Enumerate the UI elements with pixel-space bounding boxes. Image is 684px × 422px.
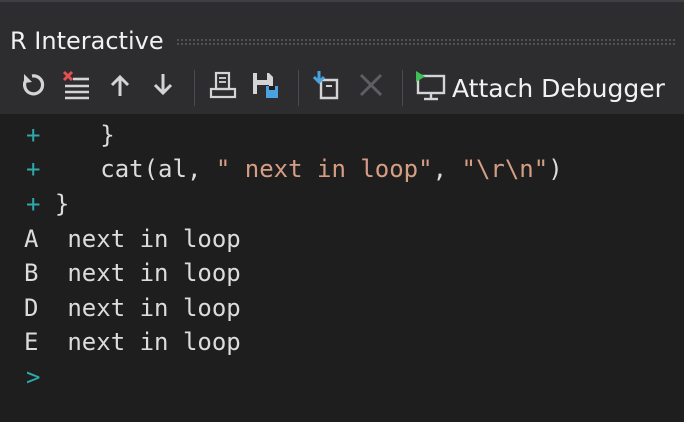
history-next-button[interactable] (146, 70, 180, 104)
load-workspace-button[interactable] (206, 70, 240, 104)
save-icon (250, 70, 282, 104)
code-text: ) (548, 155, 563, 183)
string-literal: "\r\n" (461, 155, 549, 183)
save-workspace-button[interactable] (249, 70, 283, 104)
monitor-play-icon (414, 70, 448, 106)
continuation-prompt: + (26, 155, 41, 183)
continuation-prompt: + (26, 121, 41, 149)
import-dataset-button[interactable] (310, 70, 344, 104)
string-literal: " next in loop" (215, 155, 433, 183)
window-title: R Interactive (10, 27, 164, 55)
output-line: A next in loop (24, 225, 241, 253)
top-border (0, 0, 684, 2)
drag-grip[interactable] (176, 38, 676, 45)
toolbar: Attach Debugger (0, 62, 684, 114)
clear-icon (61, 70, 91, 104)
close-icon (357, 71, 385, 103)
continuation-prompt: + (26, 190, 41, 218)
console-line: + } (0, 118, 684, 152)
attach-debugger-label: Attach Debugger (452, 73, 665, 103)
input-line[interactable]: > (0, 360, 684, 394)
console-line: + cat(al, " next in loop", "\r\n") (0, 152, 684, 186)
tool-window-titlebar[interactable]: R Interactive (0, 18, 684, 62)
toolbar-separator (298, 70, 299, 106)
code-text: cat(al, (42, 155, 216, 183)
console-line: + } (0, 187, 684, 221)
code-text: } (40, 190, 70, 218)
reset-button[interactable] (15, 70, 49, 104)
console-output[interactable]: + } + cat(al, " next in loop", "\r\n") +… (0, 114, 684, 422)
input-prompt: > (26, 363, 41, 391)
stop-button[interactable] (354, 70, 388, 104)
attach-debugger-button[interactable]: Attach Debugger (414, 68, 665, 108)
reset-icon (18, 71, 46, 103)
arrow-up-icon (108, 71, 132, 103)
output-line: B next in loop (24, 259, 241, 287)
toolbar-separator (194, 70, 195, 106)
history-previous-button[interactable] (103, 70, 137, 104)
toolbar-separator (402, 70, 403, 106)
output-line: E next in loop (24, 328, 241, 356)
code-text: , (432, 155, 462, 183)
code-text: } (42, 121, 115, 149)
output-line: D next in loop (24, 294, 241, 322)
clear-button[interactable] (59, 70, 93, 104)
top-strip (0, 0, 684, 18)
arrow-down-icon (151, 71, 175, 103)
import-icon (311, 70, 343, 104)
printer-icon (208, 70, 238, 104)
